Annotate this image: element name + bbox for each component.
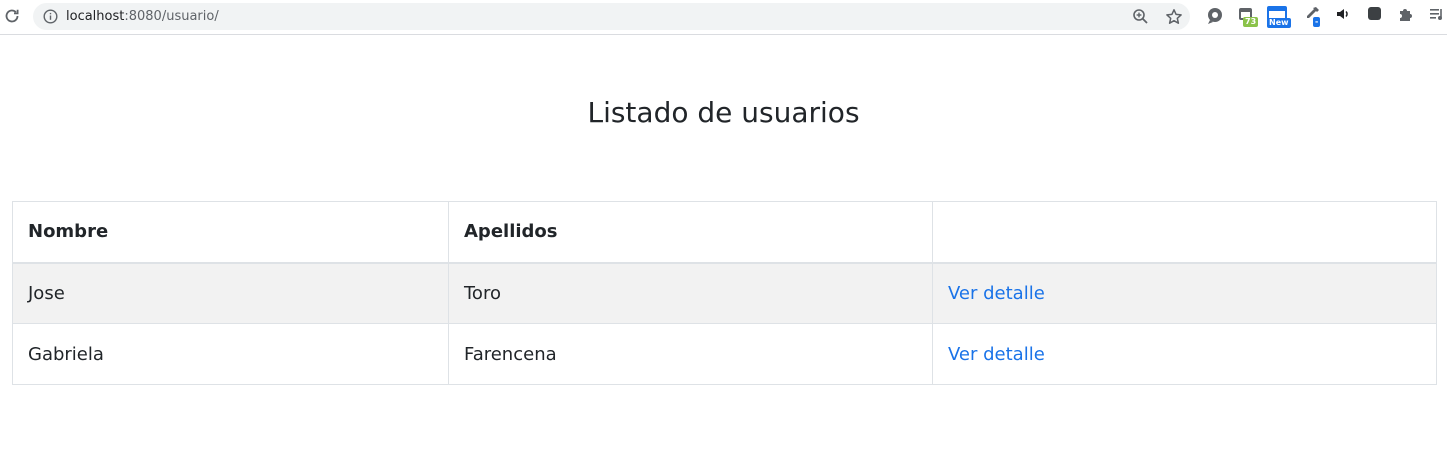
- cell-nombre: Gabriela: [12, 323, 449, 385]
- ver-detalle-link[interactable]: Ver detalle: [948, 283, 1045, 304]
- media-queue-icon[interactable]: [1429, 6, 1447, 28]
- eyedropper-extension-icon[interactable]: -: [1304, 6, 1324, 28]
- table-row: Jose Toro Ver detalle: [12, 262, 1437, 324]
- puzzle-icon[interactable]: [1398, 6, 1418, 28]
- table-header-row: Nombre Apellidos: [12, 201, 1437, 264]
- site-info-icon[interactable]: [43, 9, 58, 24]
- page-title: Listado de usuarios: [587, 96, 860, 129]
- window-extension-icon[interactable]: New: [1267, 6, 1291, 28]
- browser-toolbar: localhost:8080/usuario/ 73 New -: [0, 0, 1447, 35]
- users-table: Nombre Apellidos Jose Toro Ver detalle G…: [12, 201, 1437, 385]
- reload-icon[interactable]: [2, 6, 22, 26]
- bookmark-star-icon[interactable]: [1165, 8, 1183, 26]
- url-text[interactable]: localhost:8080/usuario/: [66, 9, 219, 24]
- calendar-badge: 73: [1243, 17, 1259, 27]
- ver-detalle-link[interactable]: Ver detalle: [948, 344, 1045, 365]
- table-row: Gabriela Farencena Ver detalle: [12, 323, 1437, 385]
- url-host: localhost: [66, 9, 125, 24]
- speaker-icon[interactable]: [1335, 6, 1355, 28]
- cell-actions: Ver detalle: [932, 323, 1437, 385]
- zoom-icon[interactable]: [1132, 8, 1149, 25]
- window-extension-badge: New: [1267, 18, 1291, 28]
- cell-actions: Ver detalle: [932, 262, 1437, 324]
- eyedropper-badge: -: [1313, 17, 1321, 27]
- header-actions: [932, 201, 1437, 264]
- calendar-extension-icon[interactable]: 73: [1238, 6, 1259, 28]
- header-apellidos: Apellidos: [448, 201, 933, 264]
- speech-bubble-extension-icon[interactable]: [1205, 6, 1225, 28]
- cell-apellidos: Farencena: [448, 323, 933, 385]
- cell-nombre: Jose: [12, 262, 449, 324]
- cell-apellidos: Toro: [448, 262, 933, 324]
- header-nombre: Nombre: [12, 201, 449, 264]
- address-bar[interactable]: localhost:8080/usuario/: [33, 3, 1190, 30]
- url-path: :8080/usuario/: [124, 9, 219, 24]
- square-extension-icon[interactable]: [1367, 6, 1387, 28]
